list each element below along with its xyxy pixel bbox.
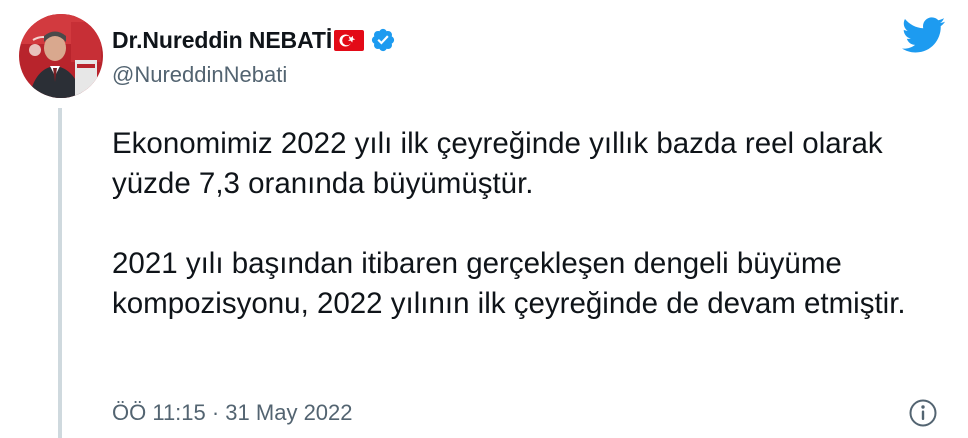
twitter-bird-icon[interactable] <box>900 16 946 54</box>
verified-badge-icon <box>370 27 396 53</box>
author-handle[interactable]: @NureddinNebati <box>112 62 287 88</box>
info-icon[interactable] <box>908 398 938 428</box>
tweet-timestamp[interactable]: ÖÖ 11:15 · 31 May 2022 <box>112 400 353 426</box>
display-name[interactable]: Dr.Nureddin NEBATİ <box>112 27 332 54</box>
thread-line <box>58 108 62 438</box>
tweet-card: Dr.Nureddin NEBATİ @NureddinNebati Ekono… <box>0 0 968 438</box>
avatar[interactable] <box>19 14 103 98</box>
author-name-row[interactable]: Dr.Nureddin NEBATİ <box>112 25 396 55</box>
turkey-flag-icon <box>334 29 365 51</box>
tweet-paragraph: Ekonomimiz 2022 yılı ilk çeyreğinde yıll… <box>112 127 883 200</box>
profile-photo-icon <box>19 14 103 98</box>
tweet-text: Ekonomimiz 2022 yılı ilk çeyreğinde yıll… <box>112 124 932 324</box>
tweet-paragraph: 2021 yılı başından itibaren gerçekleşen … <box>112 247 906 320</box>
